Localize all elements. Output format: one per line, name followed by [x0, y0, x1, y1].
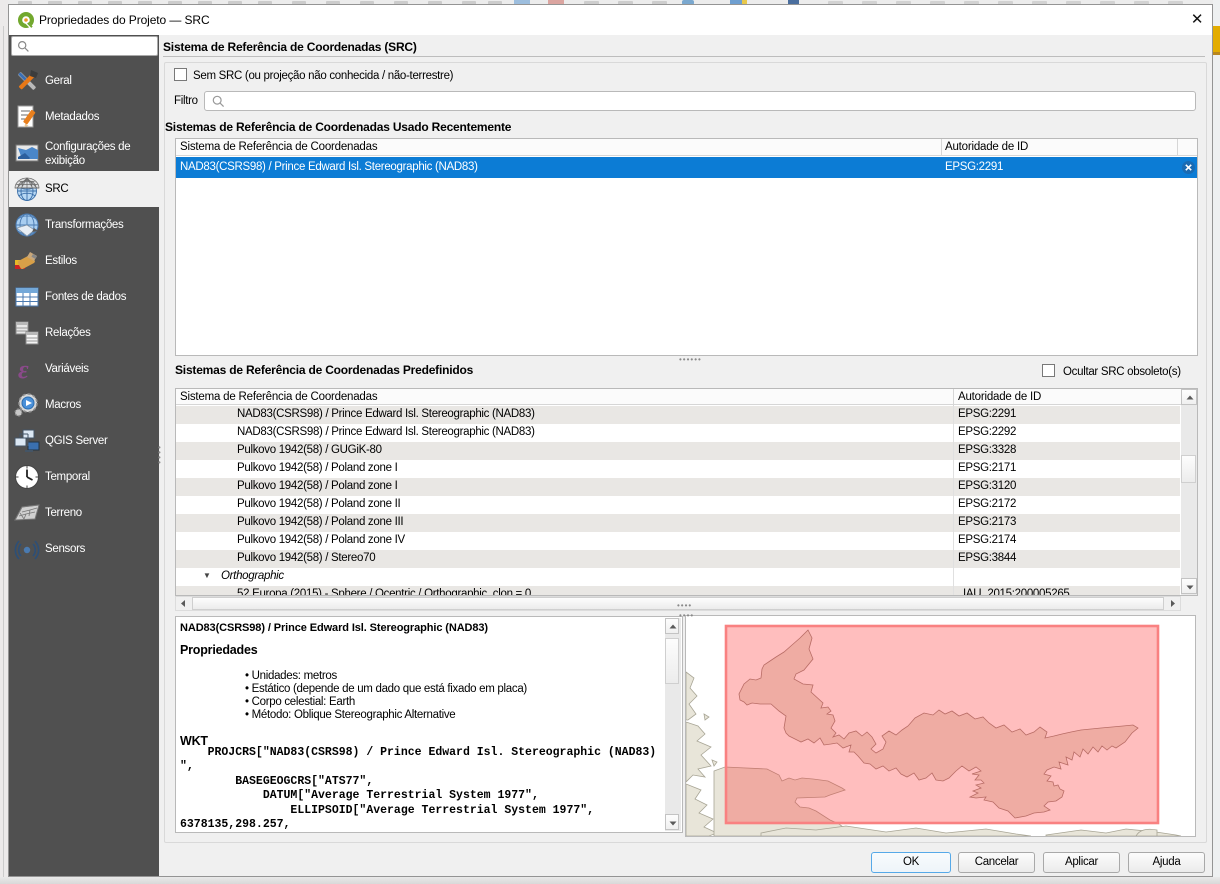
svg-text:ε: ε [18, 356, 29, 382]
